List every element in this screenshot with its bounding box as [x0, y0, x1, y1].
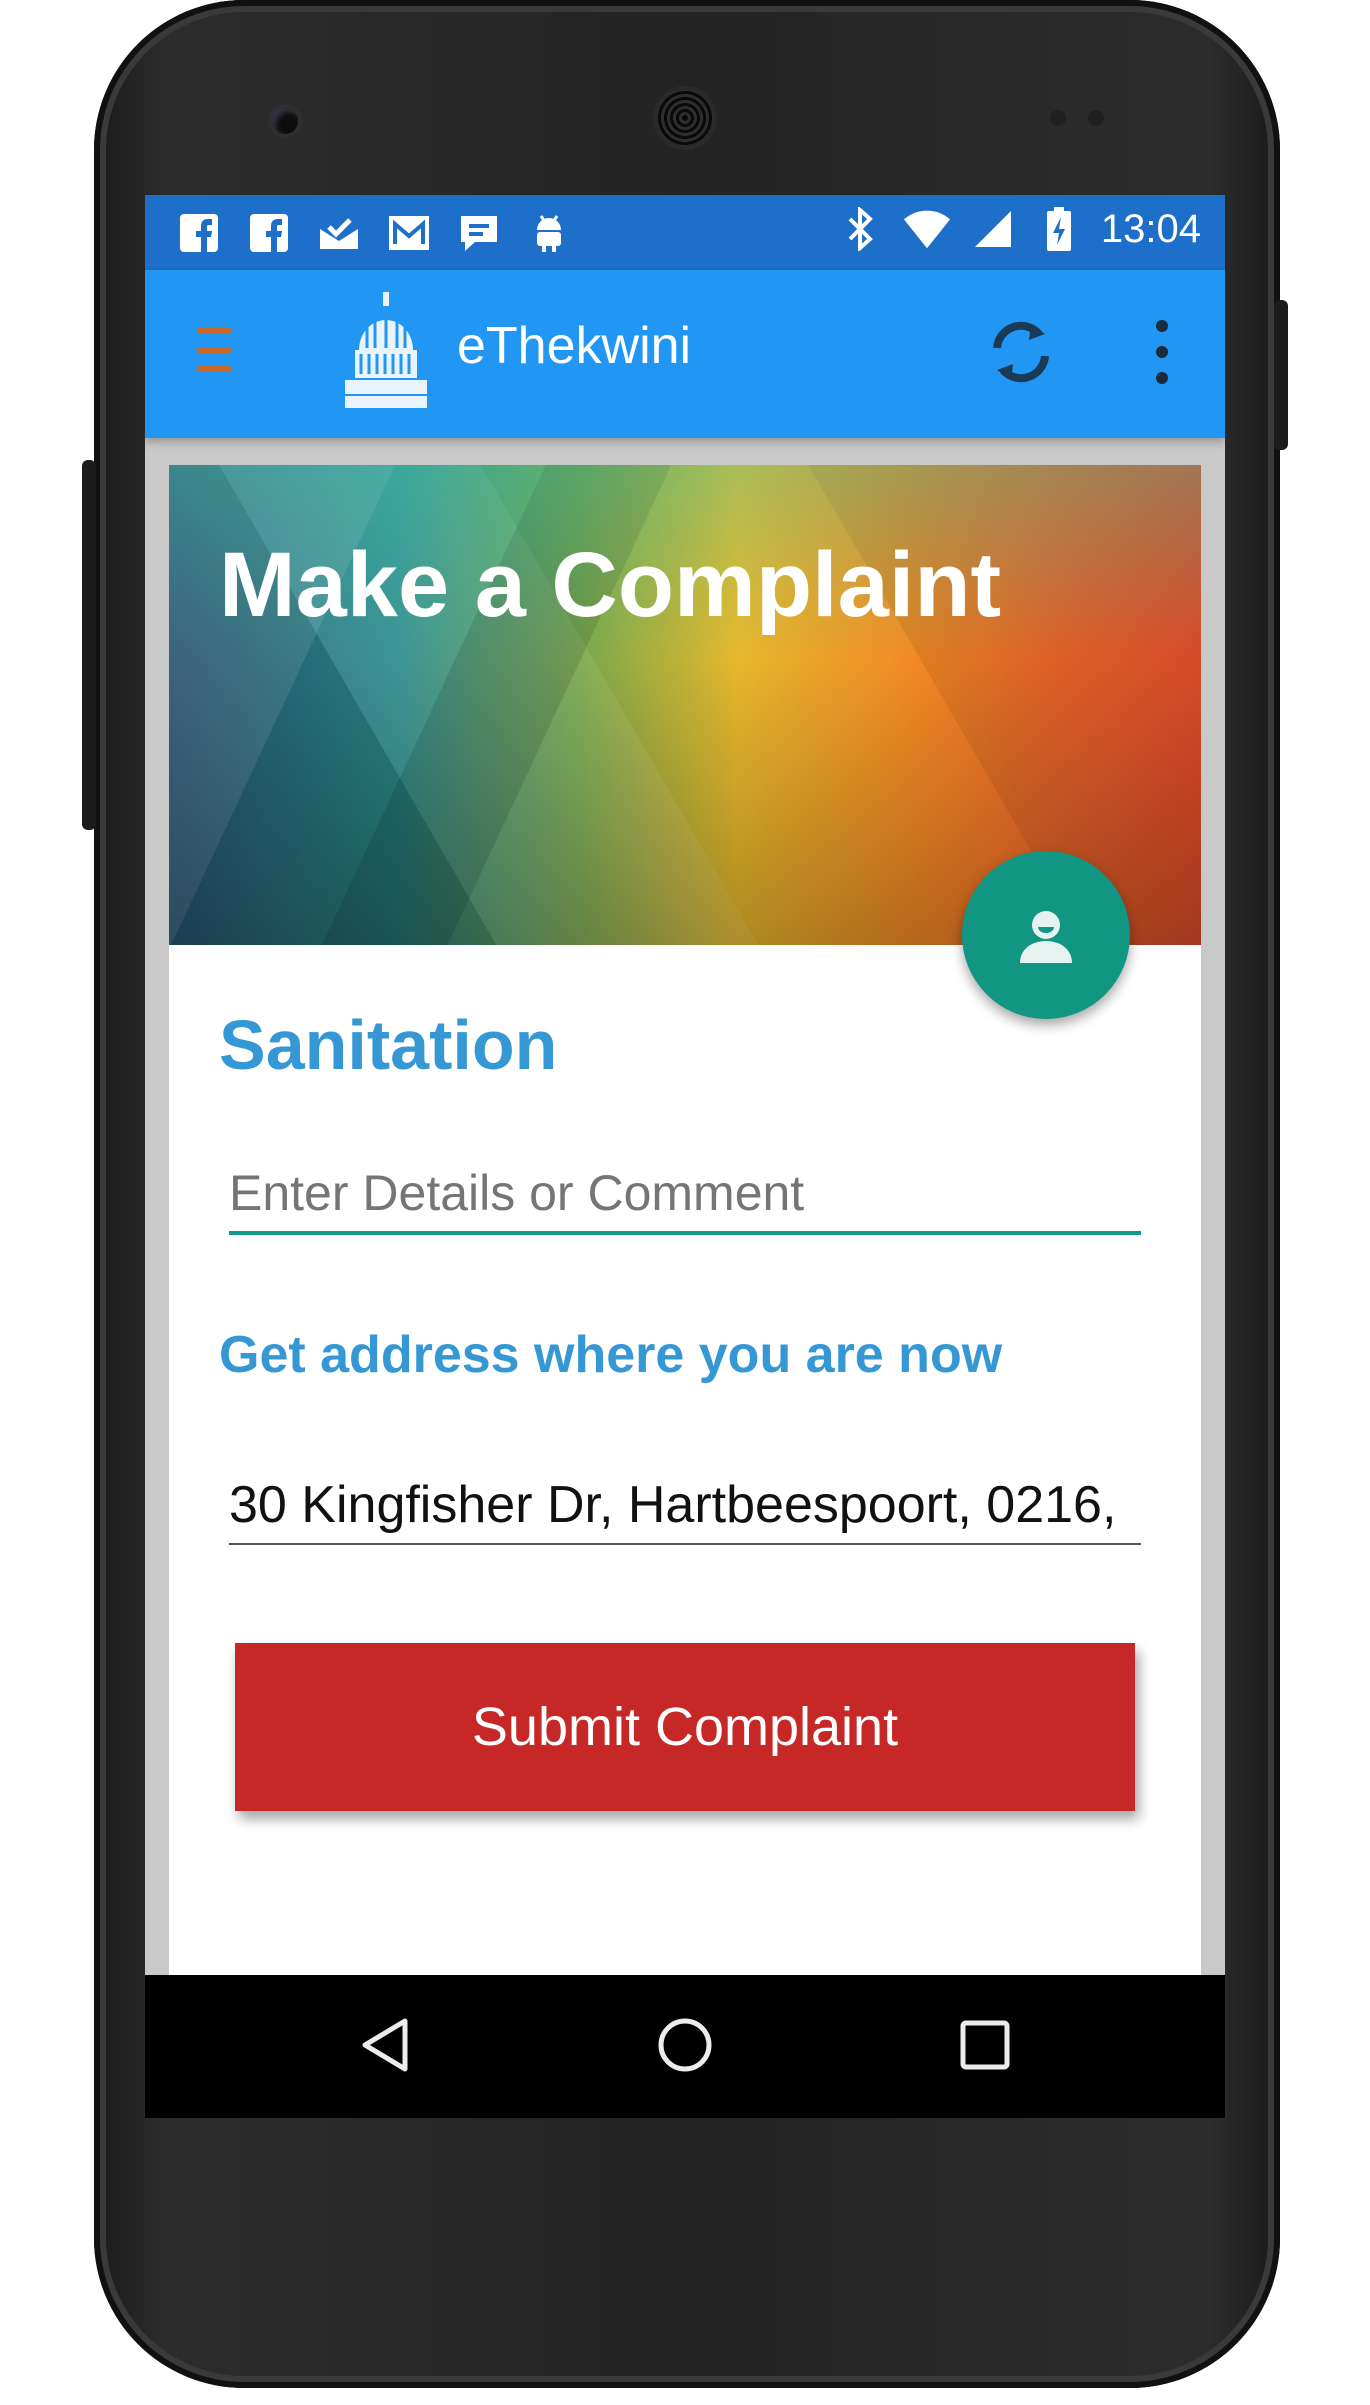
app-bar: eThekwini — [145, 270, 1225, 438]
app-title: eThekwini — [457, 317, 692, 375]
battery-charging-icon — [1035, 205, 1083, 253]
screen: 13:04 eThekwini Make a Complaint Sanitat… — [145, 195, 1225, 2118]
details-input[interactable] — [229, 1165, 1141, 1235]
page-title: Make a Complaint — [219, 534, 1002, 636]
cell-signal-icon — [969, 205, 1017, 253]
back-icon[interactable] — [345, 2005, 425, 2085]
profile-fab[interactable] — [962, 851, 1130, 1019]
status-time: 13:04 — [1100, 206, 1201, 251]
power-button — [1274, 300, 1288, 450]
facebook-icon — [245, 209, 293, 257]
chat-icon — [455, 209, 503, 257]
complaint-card: Make a Complaint Sanitation Get address … — [169, 465, 1201, 2118]
home-icon[interactable] — [645, 2005, 725, 2085]
earpiece-speaker — [657, 90, 713, 146]
inbox-icon — [315, 209, 363, 257]
navigation-bar — [145, 1975, 1225, 2118]
wifi-icon — [903, 205, 951, 253]
submit-complaint-button[interactable]: Submit Complaint — [235, 1643, 1135, 1811]
light-sensor — [1088, 110, 1104, 126]
category-title: Sanitation — [219, 1006, 558, 1084]
address-field[interactable] — [229, 1477, 1141, 1545]
facebook-icon — [175, 209, 223, 257]
recents-icon[interactable] — [945, 2005, 1025, 2085]
get-address-link[interactable]: Get address where you are now — [219, 1325, 1002, 1385]
ethekwini-municipality-logo — [341, 290, 431, 414]
refresh-icon[interactable] — [983, 314, 1059, 390]
hamburger-icon[interactable] — [197, 328, 231, 372]
proximity-sensor — [1050, 110, 1066, 126]
android-icon — [525, 209, 573, 257]
volume-button — [82, 460, 96, 830]
person-icon — [1020, 911, 1072, 963]
gmail-icon — [385, 209, 433, 257]
overflow-menu-icon[interactable] — [1147, 320, 1177, 384]
front-camera — [272, 108, 298, 134]
bluetooth-icon — [837, 205, 885, 253]
status-bar: 13:04 — [145, 195, 1225, 270]
